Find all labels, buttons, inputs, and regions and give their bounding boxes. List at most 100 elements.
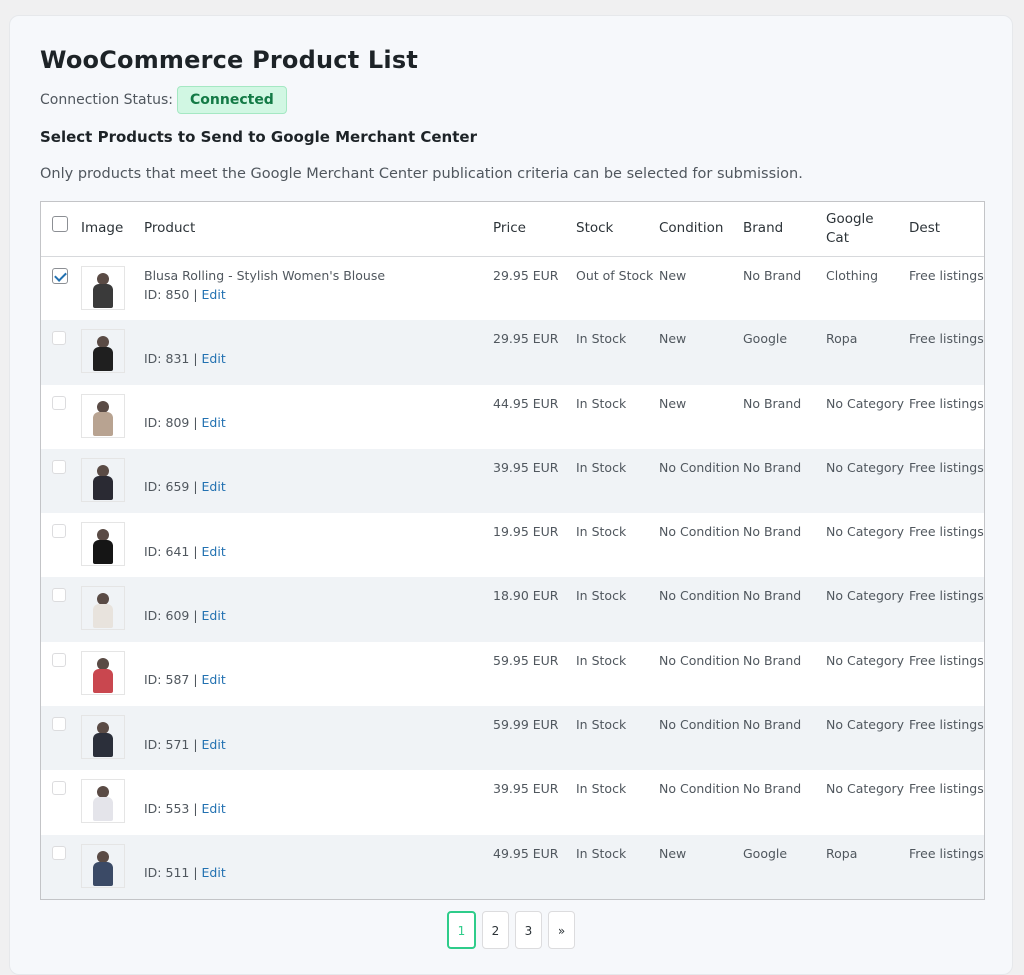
product-cell: ID: 831 | Edit	[144, 320, 493, 384]
select-cell	[41, 642, 81, 706]
product-select-checkbox[interactable]	[52, 781, 66, 796]
page-1-button[interactable]: 1	[447, 911, 476, 949]
edit-link[interactable]: Edit	[202, 608, 226, 623]
page-3-button[interactable]: 3	[515, 911, 542, 949]
section-description: Only products that meet the Google Merch…	[40, 166, 803, 182]
product-select-checkbox[interactable]	[52, 459, 66, 474]
product-cell: Blusa Rolling - Stylish Women's Blouse ID…	[144, 256, 493, 320]
product-name	[144, 651, 493, 671]
page-title: WooCommerce Product List	[40, 46, 418, 74]
price-cell: 49.95 EUR	[493, 845, 559, 861]
page-2-button[interactable]: 2	[482, 911, 509, 949]
product-id-line: ID: 571 | Edit	[144, 737, 226, 752]
product-select-checkbox[interactable]	[52, 267, 68, 284]
price-cell: 59.95 EUR	[493, 652, 559, 668]
column-header-product[interactable]: Product	[144, 202, 493, 256]
product-thumbnail[interactable]	[81, 843, 125, 888]
column-header-dest[interactable]: Dest	[909, 202, 984, 256]
google-cat-cell: No Category	[826, 395, 905, 411]
product-name	[144, 586, 493, 606]
product-select-checkbox[interactable]	[52, 331, 66, 346]
dest-cell: Free listings	[909, 781, 984, 797]
product-id-line: ID: 511 | Edit	[144, 865, 226, 880]
product-id: ID: 659 |	[144, 479, 198, 495]
product-id: ID: 587 |	[144, 672, 198, 688]
product-cell: ID: 809 | Edit	[144, 385, 493, 449]
product-select-checkbox[interactable]	[52, 524, 66, 539]
edit-link[interactable]: Edit	[202, 865, 226, 880]
product-id: ID: 809 |	[144, 415, 198, 431]
column-header-google-cat[interactable]: Google Cat	[826, 202, 909, 256]
status-badge: Connected	[177, 86, 287, 114]
condition-cell: No Condition	[659, 781, 740, 797]
edit-link[interactable]: Edit	[202, 672, 226, 687]
product-name	[144, 394, 493, 414]
table-row: ID: 831 | Edit 29.95 EUR In Stock New Google…	[41, 320, 984, 385]
google-cat-cell: Ropa	[826, 845, 858, 861]
brand-cell: Google	[743, 845, 788, 861]
edit-link[interactable]: Edit	[202, 801, 226, 816]
condition-cell: No Condition	[659, 524, 740, 540]
dest-cell: Free listings	[909, 267, 984, 283]
column-header-condition[interactable]: Condition	[659, 202, 743, 256]
product-id: ID: 511 |	[144, 865, 198, 881]
edit-link[interactable]: Edit	[202, 351, 226, 366]
column-header-image[interactable]: Image	[81, 202, 144, 256]
dest-cell: Free listings	[909, 459, 984, 475]
product-thumbnail[interactable]	[81, 265, 125, 310]
product-thumbnail[interactable]	[81, 779, 125, 824]
edit-link[interactable]: Edit	[202, 479, 226, 494]
product-select-checkbox[interactable]	[52, 717, 66, 732]
product-thumbnail[interactable]	[81, 393, 125, 438]
condition-cell: No Condition	[659, 652, 740, 668]
image-cell	[81, 642, 144, 706]
product-select-checkbox[interactable]	[52, 652, 66, 667]
stock-cell: In Stock	[576, 588, 627, 604]
stock-cell: In Stock	[576, 781, 627, 797]
product-thumbnail[interactable]	[81, 522, 125, 567]
image-cell	[81, 256, 144, 320]
google-cat-cell: Clothing	[826, 267, 879, 283]
brand-cell: Google	[743, 331, 788, 347]
table-row: Blusa Rolling - Stylish Women's Blouse ID…	[41, 256, 984, 320]
dest-cell: Free listings	[909, 845, 984, 861]
product-id-line: ID: 850 | Edit	[144, 287, 226, 302]
column-header-brand[interactable]: Brand	[743, 202, 826, 256]
product-thumbnail[interactable]	[81, 650, 125, 695]
edit-link[interactable]: Edit	[202, 287, 226, 302]
product-select-checkbox[interactable]	[52, 845, 66, 860]
product-name	[144, 458, 493, 478]
product-thumbnail[interactable]	[81, 329, 125, 374]
condition-cell: No Condition	[659, 588, 740, 604]
product-select-checkbox[interactable]	[52, 588, 66, 603]
product-cell: ID: 609 | Edit	[144, 577, 493, 641]
next-page-button[interactable]: »	[548, 911, 575, 949]
column-header-stock[interactable]: Stock	[576, 202, 659, 256]
product-thumbnail[interactable]	[81, 586, 125, 631]
image-cell	[81, 513, 144, 577]
edit-link[interactable]: Edit	[202, 544, 226, 559]
product-table: Image Product Price Stock Condition Bran…	[41, 202, 984, 899]
product-cell: ID: 553 | Edit	[144, 770, 493, 834]
condition-cell: New	[659, 395, 687, 411]
product-id: ID: 571 |	[144, 736, 198, 752]
select-all-checkbox[interactable]	[52, 216, 68, 233]
image-cell	[81, 385, 144, 449]
edit-link[interactable]: Edit	[202, 737, 226, 752]
product-name	[144, 329, 493, 349]
product-select-checkbox[interactable]	[52, 395, 66, 410]
dest-cell: Free listings	[909, 588, 984, 604]
table-row: ID: 511 | Edit 49.95 EUR In Stock New Google…	[41, 834, 984, 899]
product-cell: ID: 587 | Edit	[144, 642, 493, 706]
condition-cell: No Condition	[659, 459, 740, 475]
edit-link[interactable]: Edit	[202, 415, 226, 430]
column-header-price[interactable]: Price	[493, 202, 576, 256]
table-row: ID: 587 | Edit 59.95 EUR In Stock No Condit…	[41, 642, 984, 706]
brand-cell: No Brand	[743, 652, 802, 668]
stock-cell: In Stock	[576, 395, 627, 411]
product-thumbnail[interactable]	[81, 457, 125, 502]
product-name	[144, 844, 493, 864]
stock-cell: In Stock	[576, 845, 627, 861]
product-thumbnail[interactable]	[81, 715, 125, 760]
table-row: ID: 809 | Edit 44.95 EUR In Stock New No Bra…	[41, 385, 984, 449]
